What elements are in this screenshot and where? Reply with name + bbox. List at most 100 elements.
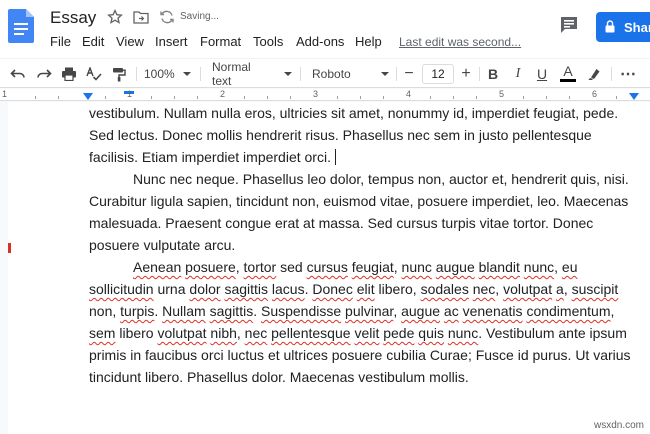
menu-help[interactable]: Help	[355, 34, 382, 49]
misspelled-word: Nullam	[162, 303, 206, 319]
document-title[interactable]: Essay	[50, 8, 96, 28]
text-run: urna	[153, 281, 190, 297]
document-body[interactable]: vestibulum. Nullam nulla eros, ultricies…	[89, 102, 637, 388]
ruler-tick	[35, 96, 36, 99]
text-run: .	[253, 303, 261, 319]
misspelled-word: sem	[89, 325, 116, 341]
ruler-number: 1	[127, 89, 133, 99]
misspelled-word: augue	[401, 303, 441, 319]
saving-status: Saving...	[180, 11, 219, 22]
toolbar-divider	[200, 67, 201, 81]
sync-status-icon	[160, 10, 174, 24]
text-cursor	[334, 149, 336, 165]
misspelled-word: Donec	[312, 281, 353, 297]
misspelled-word: lacus	[271, 281, 305, 297]
misspelled-word: quis	[418, 325, 444, 341]
highlight-color-button[interactable]	[584, 65, 604, 83]
paragraph-2: Nunc nec neque. Phasellus leo dolor, tem…	[89, 171, 629, 253]
ruler-number: 3	[313, 89, 319, 99]
bold-button[interactable]: B	[484, 65, 502, 83]
increase-font-size-button[interactable]: +	[458, 65, 474, 83]
misspelled-word: a	[556, 281, 564, 297]
font-size-input[interactable]: 12	[422, 64, 454, 84]
print-button[interactable]	[59, 65, 79, 83]
menu-file[interactable]: File	[50, 34, 71, 49]
formatting-toolbar: 100% Normal text Roboto − 12 + B I U A ⋯	[0, 58, 650, 88]
ruler-tick	[546, 96, 547, 99]
misspelled-word: sodales	[420, 281, 469, 297]
ruler-tick	[151, 96, 152, 99]
menu-view[interactable]: View	[116, 34, 144, 49]
text-run: ,	[495, 281, 504, 297]
misspelled-word: turpis	[120, 303, 155, 319]
decrease-font-size-button[interactable]: −	[401, 65, 417, 83]
chevron-down-icon	[284, 72, 292, 76]
text-run: libero	[115, 325, 158, 341]
print-icon	[62, 67, 76, 81]
paint-format-button[interactable]	[109, 65, 129, 83]
ruler-tick	[105, 96, 106, 99]
undo-icon	[10, 69, 25, 78]
docs-logo-icon[interactable]	[8, 9, 34, 43]
text-run: ,	[554, 259, 562, 275]
misspelled-word: eu	[561, 259, 578, 275]
zoom-select[interactable]: 100%	[144, 65, 194, 83]
menu-format[interactable]: Format	[200, 34, 241, 49]
share-label: Shar	[624, 20, 650, 35]
underline-button[interactable]: U	[533, 65, 551, 83]
right-indent-marker-icon[interactable]	[629, 93, 639, 100]
menu-edit[interactable]: Edit	[82, 34, 104, 49]
ruler-tick	[523, 96, 524, 99]
text-run: ,	[236, 325, 245, 341]
spellcheck-button[interactable]	[84, 65, 104, 83]
ruler-number: 4	[406, 89, 412, 99]
document-page[interactable]: vestibulum. Nullam nulla eros, ultricies…	[8, 102, 650, 434]
misspelled-word: nunc	[523, 259, 555, 275]
text-run: ,	[610, 303, 615, 319]
misspelled-word: sagittis	[224, 281, 269, 297]
comment-history-icon[interactable]	[559, 15, 579, 35]
ruler-tick	[337, 96, 338, 99]
paragraph-line: Sed lectus. Donec mollis hendrerit risus…	[89, 127, 592, 143]
redo-button[interactable]	[34, 65, 54, 83]
ruler-number: 2	[220, 89, 226, 99]
style-value: Normal text	[212, 60, 251, 88]
share-button[interactable]: Shar	[596, 12, 650, 42]
ruler-tick	[383, 96, 384, 99]
text-color-swatch	[560, 79, 576, 82]
misspelled-word: blandit	[478, 259, 520, 275]
paragraph-style-select[interactable]: Normal text	[212, 60, 292, 88]
horizontal-ruler[interactable]: 1 1 2 3 4 5 6	[0, 89, 650, 101]
toolbar-divider	[479, 67, 480, 81]
misspelled-word: Suspendisse	[260, 303, 342, 319]
ruler-tick	[569, 96, 570, 99]
italic-button[interactable]: I	[509, 65, 527, 83]
text-run: sed	[276, 259, 307, 275]
text-run: libero,	[374, 281, 421, 297]
font-select[interactable]: Roboto	[312, 65, 392, 83]
misspelled-word: pede	[383, 325, 415, 341]
misspelled-word: suscipit	[571, 281, 619, 297]
undo-button[interactable]	[8, 65, 28, 83]
menu-addons[interactable]: Add-ons	[296, 34, 344, 49]
ruler-tick	[174, 96, 175, 99]
menu-insert[interactable]: Insert	[155, 34, 188, 49]
move-to-folder-icon[interactable]	[133, 10, 149, 24]
menu-tools[interactable]: Tools	[253, 34, 283, 49]
text-color-label: A	[563, 63, 573, 79]
paragraph-3: Aenean posuere, tortor sed cursus feugia…	[89, 256, 637, 388]
toolbar-divider	[136, 67, 137, 81]
ruler-tick	[360, 96, 361, 99]
ruler-tick	[476, 96, 477, 99]
text-color-button[interactable]: A	[558, 63, 578, 83]
last-edit-link[interactable]: Last edit was second...	[399, 35, 521, 49]
left-indent-marker-icon[interactable]	[83, 93, 93, 100]
misspelled-word: nunc	[401, 259, 432, 275]
font-value: Roboto	[312, 67, 351, 81]
ruler-tick	[197, 96, 198, 99]
misspelled-word: nunc	[447, 325, 479, 341]
toolbar-divider	[300, 67, 301, 81]
star-icon[interactable]	[107, 9, 123, 25]
text-run: ,	[235, 259, 244, 275]
more-options-button[interactable]: ⋯	[618, 65, 638, 83]
